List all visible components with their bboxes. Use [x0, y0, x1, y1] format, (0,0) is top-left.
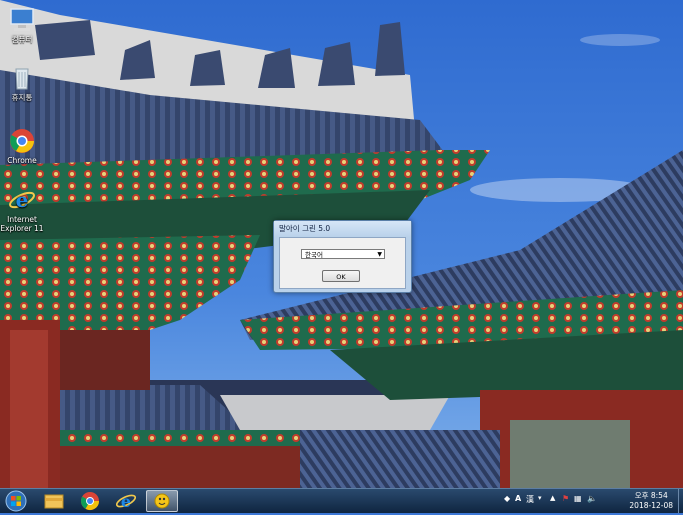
computer-icon — [8, 6, 36, 34]
taskbar-chrome-button[interactable] — [74, 490, 106, 512]
volume-icon[interactable]: 🔈 — [587, 494, 597, 503]
show-desktop-button[interactable] — [678, 489, 683, 513]
dialog-title[interactable]: 말아이 그린 5.0 — [274, 221, 411, 237]
ime-hanja[interactable]: 漢 — [526, 494, 534, 505]
network-status-icon[interactable]: ◆ — [504, 494, 510, 503]
start-button[interactable] — [2, 490, 30, 512]
ok-button[interactable]: OK — [322, 270, 360, 282]
explorer-icon — [44, 494, 64, 509]
desktop-icon-recycle-bin[interactable]: 휴지통 — [0, 64, 44, 102]
dialog-body: 한국어 ▼ OK — [279, 237, 406, 289]
network-icon[interactable]: ▦ — [574, 494, 582, 503]
taskbar-ie-button[interactable]: e — [110, 490, 142, 512]
ime-mode-a[interactable]: A — [515, 494, 521, 503]
desktop-icon-chrome[interactable]: Chrome — [0, 127, 44, 165]
ime-options-icon[interactable]: ▾ — [538, 494, 542, 502]
desktop-icon-label: Chrome — [7, 156, 37, 165]
chrome-icon — [80, 492, 99, 511]
taskbar-explorer-button[interactable] — [38, 490, 70, 512]
desktop-icon-computer[interactable]: 컴퓨터 — [0, 6, 44, 44]
app-icon — [154, 493, 170, 509]
svg-text:e: e — [121, 492, 131, 511]
language-select-value: 한국어 — [305, 251, 323, 259]
svg-text:e: e — [16, 188, 29, 212]
desktop-icon-label: 휴지통 — [11, 93, 33, 102]
desktop-icon-label: 컴퓨터 — [11, 35, 33, 44]
ie-icon: e — [115, 492, 137, 511]
taskbar: e ◆ A 漢 ▾ ▲ ⚑ ▦ 🔈 오후 8:54 2018-12-08 — [0, 488, 683, 513]
clock[interactable]: 오후 8:54 2018-12-08 — [629, 491, 673, 511]
ie-icon: e — [8, 186, 36, 214]
desktop-icon-internet-explorer[interactable]: e Internet Explorer 11 — [0, 186, 44, 233]
start-orb-icon — [5, 490, 27, 512]
clock-time: 오후 8:54 — [634, 491, 668, 500]
chevron-down-icon: ▼ — [377, 251, 382, 258]
taskbar-app-button[interactable] — [146, 490, 178, 512]
show-hidden-icons-icon[interactable]: ▲ — [550, 494, 555, 502]
recycle-bin-icon — [8, 64, 36, 92]
clock-date: 2018-12-08 — [629, 501, 673, 510]
chrome-icon — [8, 127, 36, 155]
language-select[interactable]: 한국어 ▼ — [301, 249, 385, 259]
flag-icon[interactable]: ⚑ — [562, 494, 569, 503]
system-tray: ◆ A 漢 ▾ ▲ ⚑ ▦ 🔈 오후 8:54 2018-12-08 — [498, 489, 683, 513]
language-dialog: 말아이 그린 5.0 한국어 ▼ OK — [273, 220, 412, 293]
desktop-icon-label: Internet Explorer 11 — [0, 215, 44, 233]
